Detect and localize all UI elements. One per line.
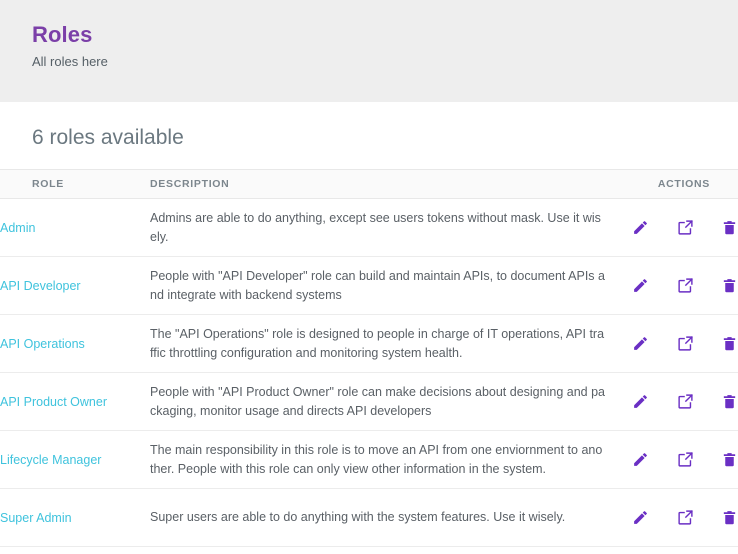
open-in-new-icon[interactable] <box>677 451 694 468</box>
roles-card: 6 roles available ROLE DESCRIPTION ACTIO… <box>0 102 738 554</box>
column-header-role: ROLE <box>0 170 150 199</box>
role-link[interactable]: Admin <box>0 221 35 235</box>
role-link[interactable]: API Developer <box>0 279 81 293</box>
actions-cell <box>605 489 738 547</box>
actions-cell <box>605 315 738 373</box>
edit-icon[interactable] <box>632 335 649 352</box>
role-link[interactable]: API Operations <box>0 337 85 351</box>
open-in-new-icon[interactable] <box>677 509 694 526</box>
description-cell: Super users are able to do anything with… <box>150 489 605 547</box>
role-cell: API Operations <box>0 315 150 373</box>
table-header: ROLE DESCRIPTION ACTIONS <box>0 170 738 199</box>
role-link[interactable]: API Product Owner <box>0 395 107 409</box>
table-row: Super Admin Super users are able to do a… <box>0 489 738 547</box>
role-cell: Lifecycle Manager <box>0 431 150 489</box>
column-header-description: DESCRIPTION <box>150 170 605 199</box>
role-link[interactable]: Lifecycle Manager <box>0 453 101 467</box>
page-header: Roles All roles here <box>0 0 738 102</box>
actions-cell <box>605 431 738 489</box>
page-title: Roles <box>32 22 738 48</box>
table-row: Admin Admins are able to do anything, ex… <box>0 199 738 257</box>
role-cell: Admin <box>0 199 150 257</box>
open-in-new-icon[interactable] <box>677 393 694 410</box>
edit-icon[interactable] <box>632 509 649 526</box>
open-in-new-icon[interactable] <box>677 219 694 236</box>
edit-icon[interactable] <box>632 451 649 468</box>
edit-icon[interactable] <box>632 393 649 410</box>
edit-icon[interactable] <box>632 277 649 294</box>
actions-cell <box>605 373 738 431</box>
role-cell: API Developer <box>0 257 150 315</box>
roles-table: ROLE DESCRIPTION ACTIONS Admin Admins ar… <box>0 169 738 547</box>
role-cell: API Product Owner <box>0 373 150 431</box>
table-row: Lifecycle Manager The main responsibilit… <box>0 431 738 489</box>
delete-icon[interactable] <box>721 451 738 468</box>
delete-icon[interactable] <box>721 335 738 352</box>
delete-icon[interactable] <box>721 219 738 236</box>
delete-icon[interactable] <box>721 277 738 294</box>
column-header-actions: ACTIONS <box>605 170 738 199</box>
delete-icon[interactable] <box>721 393 738 410</box>
page-subtitle: All roles here <box>32 54 738 70</box>
table-header-row: ROLE DESCRIPTION ACTIONS <box>0 170 738 199</box>
table-body: Admin Admins are able to do anything, ex… <box>0 199 738 547</box>
description-cell: People with "API Product Owner" role can… <box>150 373 605 431</box>
open-in-new-icon[interactable] <box>677 335 694 352</box>
table-row: API Operations The "API Operations" role… <box>0 315 738 373</box>
roles-count-title: 6 roles available <box>0 102 738 152</box>
table-row: API Developer People with "API Developer… <box>0 257 738 315</box>
delete-icon[interactable] <box>721 509 738 526</box>
open-in-new-icon[interactable] <box>677 277 694 294</box>
actions-cell <box>605 199 738 257</box>
description-cell: Admins are able to do anything, except s… <box>150 199 605 257</box>
edit-icon[interactable] <box>632 219 649 236</box>
description-cell: People with "API Developer" role can bui… <box>150 257 605 315</box>
actions-cell <box>605 257 738 315</box>
role-link[interactable]: Super Admin <box>0 511 72 525</box>
role-cell: Super Admin <box>0 489 150 547</box>
description-cell: The main responsibility in this role is … <box>150 431 605 489</box>
table-row: API Product Owner People with "API Produ… <box>0 373 738 431</box>
description-cell: The "API Operations" role is designed to… <box>150 315 605 373</box>
